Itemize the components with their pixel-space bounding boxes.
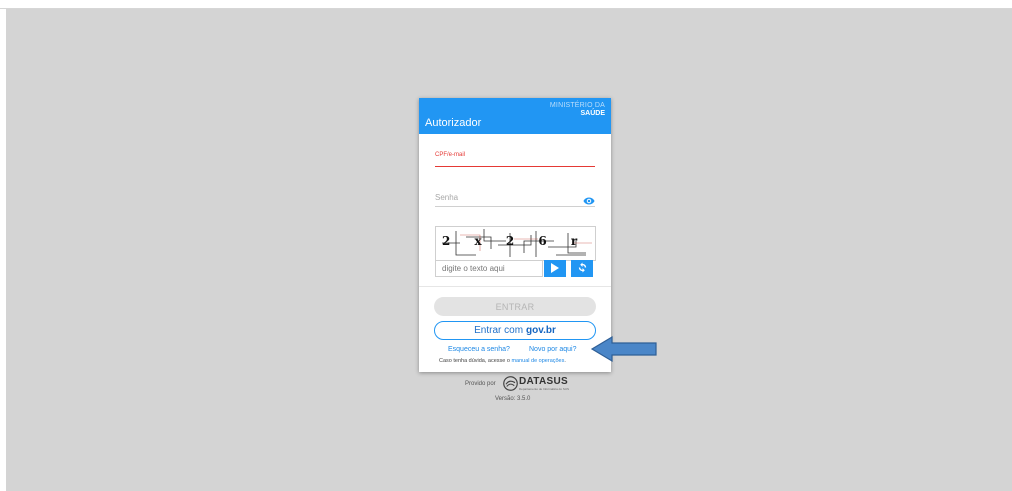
manual-link[interactable]: manual de operações	[511, 358, 564, 364]
provided-by-text: Provido por	[465, 381, 496, 387]
ministry-line-2: SAÚDE	[580, 110, 605, 117]
refresh-icon	[577, 261, 588, 276]
divider	[419, 286, 611, 287]
password-input[interactable]	[435, 206, 595, 207]
play-icon	[550, 261, 560, 276]
app-title: Autorizador	[425, 117, 482, 129]
audio-captcha-button[interactable]	[544, 260, 566, 277]
datasus-logo-subtitle: Departamento de Informática do SUS	[519, 387, 570, 391]
help-text: Caso tenha dúvida, acesse o manual de op…	[439, 358, 566, 364]
datasus-logo-text: DATASUS	[519, 376, 568, 387]
cpf-email-input[interactable]	[435, 166, 595, 167]
captcha-text: 2 x 2 6 r	[442, 234, 578, 248]
datasus-logo-icon	[503, 376, 518, 396]
new-user-link[interactable]: Novo por aqui?	[529, 346, 576, 353]
govbr-brand: gov.br	[526, 325, 556, 336]
captcha-input[interactable]	[435, 260, 543, 277]
ministry-logo: MINISTÉRIO DA SAÚDE	[550, 102, 605, 118]
version-text: Versão: 3.5.0	[495, 396, 531, 402]
help-prefix: Caso tenha dúvida, acesse o	[439, 358, 510, 364]
enter-button[interactable]: ENTRAR	[434, 297, 596, 316]
browser-top-strip	[0, 0, 1012, 9]
govbr-prefix: Entrar com	[474, 325, 524, 336]
captcha-image: 2 x 2 6 r	[435, 226, 596, 261]
govbr-login-button[interactable]: Entrar com gov.br	[434, 321, 596, 340]
arrow-left-icon	[590, 335, 658, 368]
login-card: Autorizador MINISTÉRIO DA SAÚDE CPF/e-ma…	[419, 98, 611, 372]
card-header: Autorizador MINISTÉRIO DA SAÚDE	[419, 98, 611, 134]
refresh-captcha-button[interactable]	[571, 260, 593, 277]
cpf-email-label: CPF/e-mail	[435, 152, 466, 158]
password-label: Senha	[435, 193, 459, 202]
forgot-password-link[interactable]: Esqueceu a senha?	[448, 346, 510, 353]
eye-icon[interactable]	[583, 194, 595, 206]
help-end: .	[564, 358, 566, 364]
ministry-line-1: MINISTÉRIO DA	[549, 102, 605, 109]
